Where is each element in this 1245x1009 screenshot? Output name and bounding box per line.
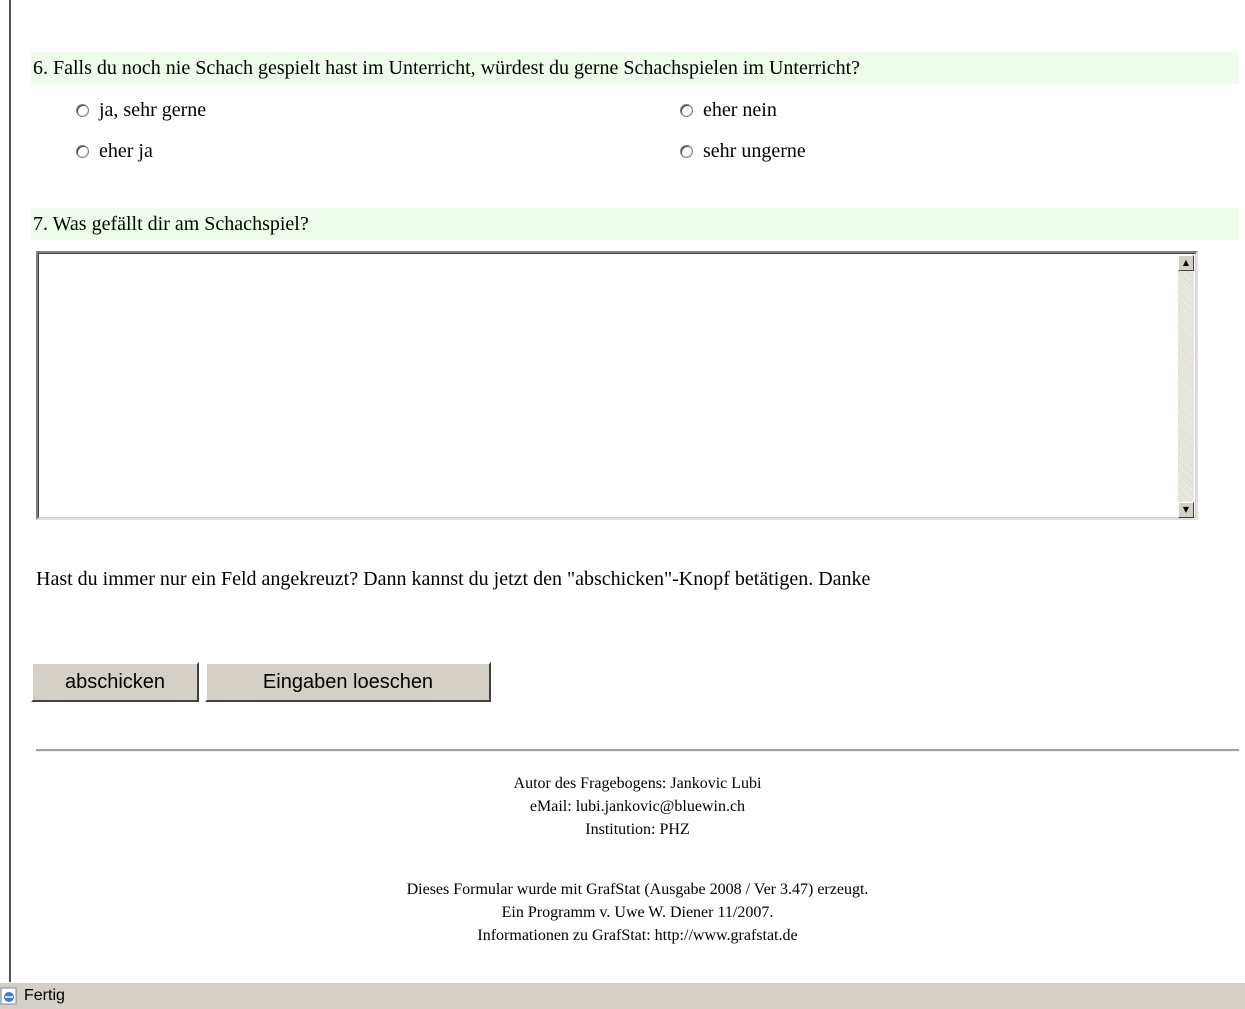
status-bar: Fertig: [0, 982, 1245, 1009]
author-info: Autor des Fragebogens: Jankovic Lubi eMa…: [36, 772, 1239, 841]
textarea-scrollbar[interactable]: ▲ ▼: [1178, 255, 1194, 518]
page-left-border: [9, 0, 11, 982]
instruction-text: Hast du immer nur ein Feld angekreuzt? D…: [36, 568, 871, 590]
submit-button[interactable]: abschicken: [31, 662, 199, 702]
option-label: eher ja: [99, 140, 153, 162]
grafstat-link-line: Informationen zu GrafStat: http://www.gr…: [477, 927, 798, 944]
option-eher-ja[interactable]: eher ja: [76, 140, 153, 163]
question-6-label: 6. Falls du noch nie Schach gespielt has…: [31, 52, 1239, 84]
institution-line: Institution: PHZ: [585, 821, 690, 838]
author-line: Autor des Fragebogens: Jankovic Lubi: [513, 775, 762, 792]
question-7-label: 7. Was gefällt dir am Schachspiel?: [31, 208, 1239, 240]
option-ja-sehr-gerne[interactable]: ja, sehr gerne: [76, 99, 206, 122]
option-eher-nein[interactable]: eher nein: [680, 99, 777, 122]
radio-button[interactable]: [680, 104, 693, 117]
generator-info: Dieses Formular wurde mit GrafStat (Ausg…: [36, 878, 1239, 947]
option-label: eher nein: [703, 99, 777, 121]
divider: [36, 749, 1239, 752]
program-line: Ein Programm v. Uwe W. Diener 11/2007.: [501, 904, 774, 921]
answer-textarea[interactable]: [40, 255, 1174, 521]
radio-button[interactable]: [680, 145, 693, 158]
option-sehr-ungerne[interactable]: sehr ungerne: [680, 140, 806, 163]
scroll-up-icon[interactable]: ▲: [1178, 255, 1194, 271]
status-text: Fertig: [24, 987, 65, 1004]
option-label: ja, sehr gerne: [99, 99, 207, 121]
email-line: eMail: lubi.jankovic@bluewin.ch: [529, 798, 746, 815]
reset-button[interactable]: Eingaben loeschen: [205, 662, 491, 702]
radio-button[interactable]: [76, 145, 89, 158]
answer-textarea-frame: ▲ ▼: [36, 251, 1198, 521]
ie-page-icon: [0, 987, 17, 1005]
generated-line: Dieses Formular wurde mit GrafStat (Ausg…: [406, 881, 869, 898]
radio-button[interactable]: [76, 104, 89, 117]
scroll-down-icon[interactable]: ▼: [1178, 502, 1194, 518]
option-label: sehr ungerne: [703, 140, 806, 162]
